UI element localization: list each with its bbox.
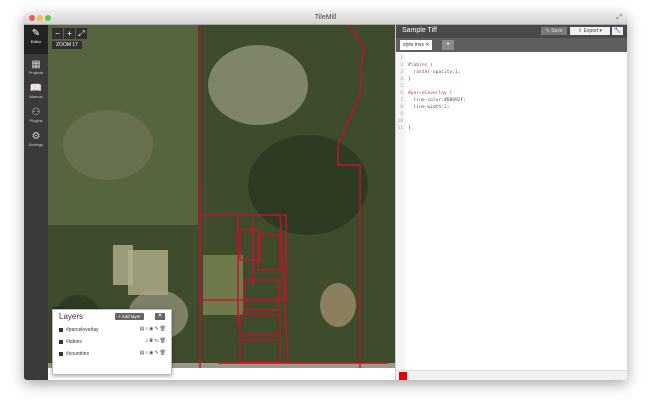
sidebar: ✎ Editor ▦ Projects 📖 Manual ⚇ Plugins ⚙…: [24, 25, 48, 380]
code-line: 2 #labins {: [400, 63, 433, 68]
code-line: 1: [400, 56, 403, 61]
color-swatch[interactable]: [399, 372, 407, 380]
sidebar-item-label: Manual: [29, 94, 43, 99]
layer-actions[interactable]: ⌕◉✎🗑: [145, 338, 167, 344]
code-editor[interactable]: 1 2 #labins { 3 raster-opacity:1; 4} 5 6 #…: [396, 53, 627, 370]
code-line: 3 raster-opacity:1;: [400, 70, 461, 75]
sidebar-item-label: Editor: [30, 39, 42, 44]
layer-name: #parceloverlay: [66, 327, 99, 333]
tilemill-window: TileMill ⤢ ✎ Editor ▦ Projects 📖 Manual …: [24, 13, 627, 380]
editor-tabs: style.mss ✕ +: [396, 38, 627, 52]
layers-panel: Layers + Add layer ✕ #parceloverlay ▤⌕◉✎…: [52, 309, 172, 375]
layer-type-icon: [59, 328, 63, 332]
project-title: Sample Tiff: [402, 27, 437, 34]
layer-row[interactable]: #countries ▤⌕◉✎🗑: [53, 348, 171, 360]
fullscreen-map-button[interactable]: ⤢: [76, 28, 87, 39]
editor-panel: Sample Tiff ✎ Save ⇩ Export ▾ 🔧 style.ms…: [395, 25, 627, 380]
code-line: 7 line-color:#B8092F;: [400, 98, 467, 103]
layer-row[interactable]: #parceloverlay ▤⌕◉✎🗑: [53, 324, 171, 336]
code-line: 9: [400, 112, 403, 117]
sidebar-item-editor[interactable]: ✎ Editor: [24, 25, 48, 54]
code-line: 11}: [397, 126, 411, 131]
code-line: 8 line-width:2;: [400, 105, 450, 110]
code-line: 4}: [400, 77, 411, 82]
zoom-controls: − + ⤢: [52, 28, 88, 39]
sidebar-item-label: Projects: [28, 70, 44, 75]
layer-actions[interactable]: ▤⌕◉✎🗑: [140, 350, 167, 356]
editor-footer: [396, 370, 627, 380]
layer-row[interactable]: #labins ⌕◉✎🗑: [53, 336, 171, 348]
pencil-icon: ✎: [31, 28, 41, 39]
layer-name: #countries: [66, 351, 90, 357]
add-layer-button[interactable]: + Add layer: [115, 313, 144, 320]
close-layers-button[interactable]: ✕: [155, 313, 165, 320]
editor-header: Sample Tiff ✎ Save ⇩ Export ▾ 🔧: [396, 25, 627, 38]
code-line: 5: [400, 84, 403, 89]
sidebar-item-plugins[interactable]: ⚇ Plugins: [24, 107, 48, 127]
sidebar-item-settings[interactable]: ⚙ Settings: [24, 131, 48, 151]
sidebar-item-label: Plugins: [29, 118, 43, 123]
book-icon: 📖: [29, 83, 43, 94]
layers-header: Layers + Add layer ✕: [53, 310, 171, 324]
code-line: 6 #parceloverlay {: [400, 91, 453, 96]
sidebar-item-label: Settings: [28, 142, 44, 147]
layer-type-icon: [59, 340, 63, 344]
zoom-out-button[interactable]: −: [52, 28, 63, 39]
grid-icon: ▦: [31, 59, 41, 70]
save-button[interactable]: ✎ Save: [541, 27, 567, 35]
add-tab-button[interactable]: +: [442, 40, 454, 50]
fullscreen-icon[interactable]: ⤢: [616, 14, 622, 22]
zoom-level-label: ZOOM 17: [52, 41, 82, 49]
layer-type-icon: [59, 352, 63, 356]
zoom-in-button[interactable]: +: [64, 28, 75, 39]
layers-title: Layers: [59, 312, 84, 321]
gear-icon: ⚙: [31, 131, 41, 142]
code-line: 10: [397, 119, 403, 124]
sidebar-item-manual[interactable]: 📖 Manual: [24, 83, 48, 103]
title-bar: TileMill ⤢: [24, 13, 627, 25]
export-button[interactable]: ⇩ Export ▾: [570, 27, 610, 35]
window-title: TileMill: [314, 14, 337, 21]
layer-actions[interactable]: ▤⌕◉✎🗑: [140, 326, 167, 332]
sidebar-item-projects[interactable]: ▦ Projects: [24, 59, 48, 79]
wrench-icon[interactable]: 🔧: [612, 27, 623, 35]
plugin-icon: ⚇: [31, 107, 41, 118]
tab-style-mss[interactable]: style.mss ✕: [400, 40, 433, 50]
layer-name: #labins: [66, 339, 82, 345]
